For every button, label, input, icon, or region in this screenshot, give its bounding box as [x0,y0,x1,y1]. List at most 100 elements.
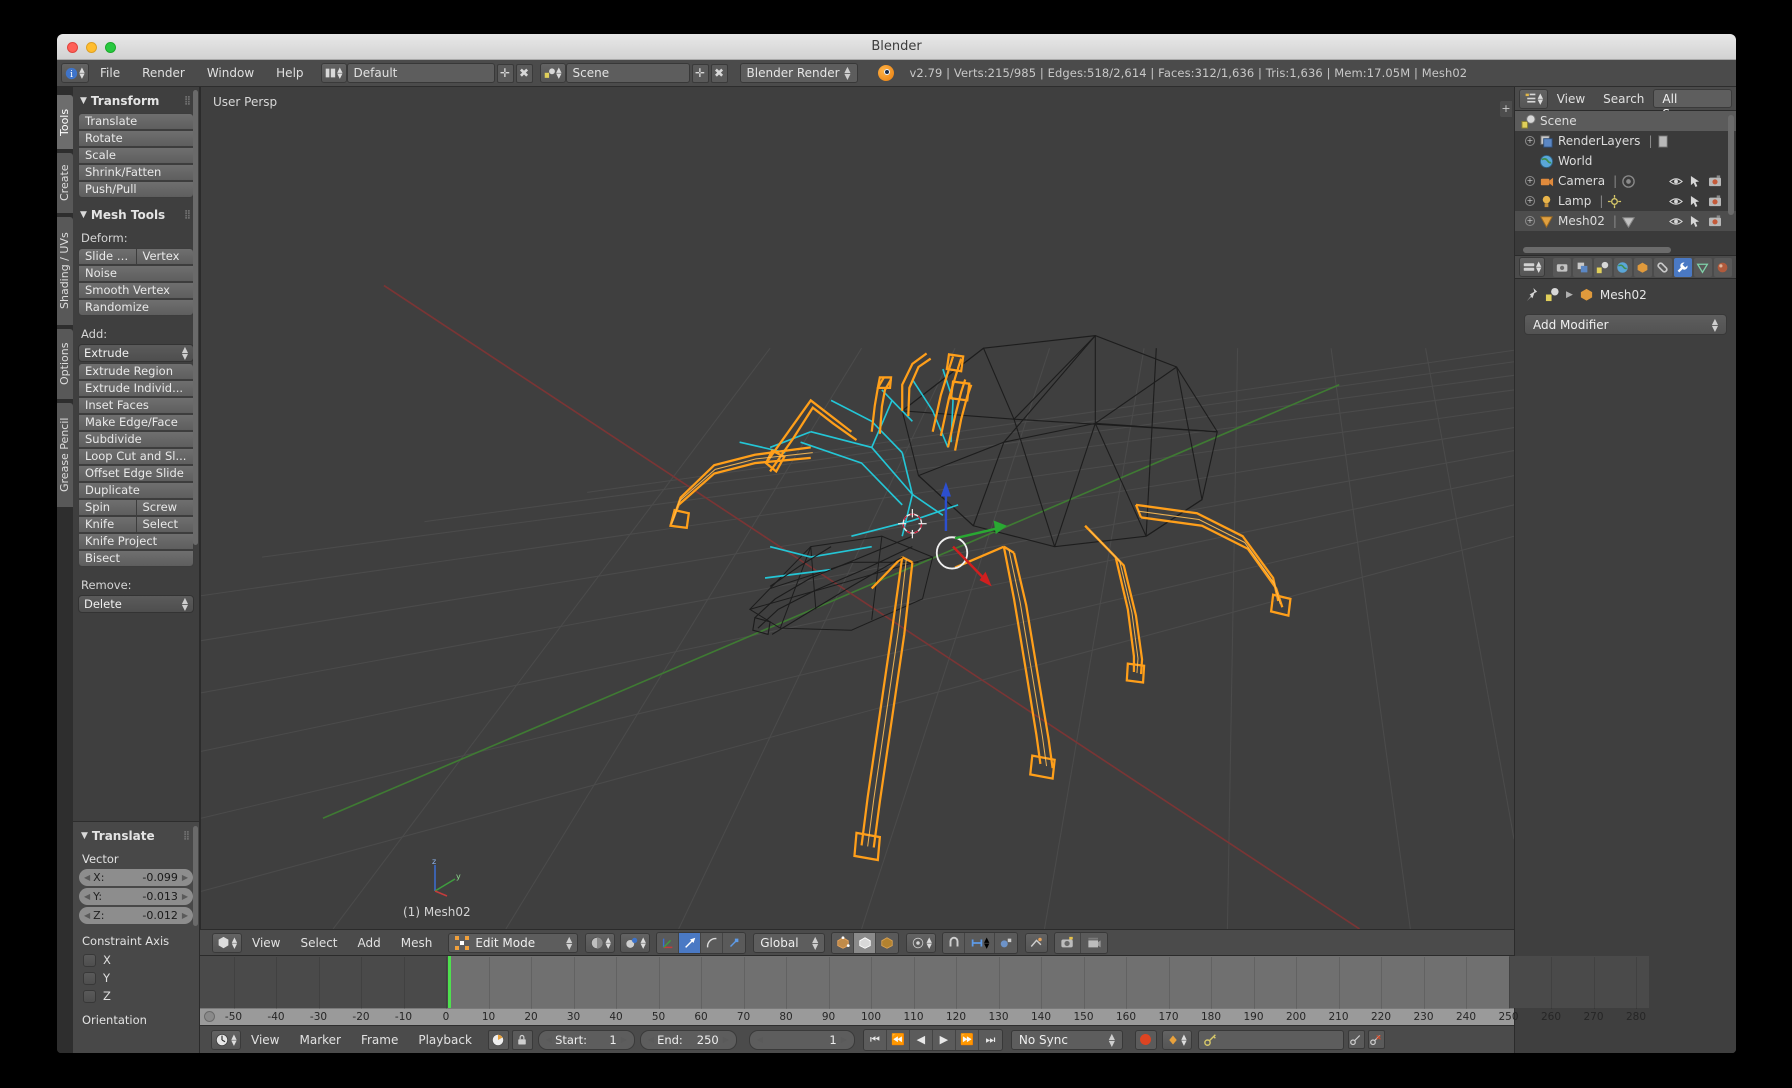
increment-arrow-icon[interactable]: ▶ [841,1035,847,1044]
extrude-region-button[interactable]: Extrude Region [78,363,194,380]
extrude-dropdown[interactable]: Extrude ▲ ▼ [78,344,194,362]
render-camera-icon[interactable] [1708,175,1722,187]
end-frame-field[interactable]: ◀ End: 250 ▶ [639,1029,737,1050]
inset-faces-button[interactable]: Inset Faces [78,397,194,414]
slide-edge-button[interactable]: Slide Ed [78,248,136,265]
proportional-edit-icon[interactable] [995,932,1018,953]
bisect-button[interactable]: Bisect [78,550,194,567]
timeline-track[interactable] [200,956,1649,1008]
checkbox-icon[interactable] [83,989,96,1003]
smooth-vertex-button[interactable]: Smooth Vertex [78,282,194,299]
jump-to-start-icon[interactable]: ⏮ [863,1029,887,1050]
play-reverse-icon[interactable]: ◀ [909,1029,933,1050]
timeline-editor-type-icon[interactable]: ▲ ▼ [211,1029,241,1050]
outliner-horizontal-scrollbar[interactable] [1523,247,1671,253]
eye-icon[interactable] [1669,176,1683,187]
decrement-arrow-icon[interactable]: ◀ [648,1035,654,1044]
timeline-menu-marker[interactable]: Marker [289,1030,350,1050]
delete-screen-layout-button[interactable]: ✖ [515,63,533,83]
extrude-individual-button[interactable]: Extrude Individ... [78,380,194,397]
offset-edge-slide-button[interactable]: Offset Edge Slide [78,465,194,482]
expand-icon[interactable]: + [1525,176,1535,186]
viewport-canvas[interactable] [201,87,1514,929]
properties-tab-modifiers[interactable] [1673,257,1692,277]
timeline-scrub-handle[interactable] [204,1011,215,1022]
checkbox-icon[interactable] [83,971,96,985]
menu-window[interactable]: Window [196,63,265,83]
mesh-tools-panel-header[interactable]: ▼ Mesh Tools ⣿ [78,205,194,227]
knife-project-button[interactable]: Knife Project [78,533,194,550]
screen-layout-browse-icon[interactable]: ▲ ▼ [320,63,347,83]
vector-y-field[interactable]: ◀ Y: -0.013 ▶ [79,888,193,905]
timeline-editor[interactable]: -50 -40 -30 -20 -10 0 10 20 30 40 50 60 70 80 90 100 110… [200,955,1649,1053]
expand-icon[interactable]: + [1525,136,1535,146]
screen-layout-select[interactable]: Default [346,63,495,83]
loop-cut-and-slide-button[interactable]: Loop Cut and Sl... [78,448,194,465]
timeline-menu-playback[interactable]: Playback [408,1030,482,1050]
render-preview-icon[interactable] [1055,932,1082,953]
maximize-window-button[interactable] [105,42,116,53]
delete-scene-button[interactable]: ✖ [710,63,728,83]
add-modifier-button[interactable]: Add Modifier ▲ ▼ [1524,314,1727,335]
tool-tab-grease-pencil[interactable]: Grease Pencil [57,403,73,507]
knife-select-button[interactable]: Select [135,516,194,533]
increment-arrow-icon[interactable]: ▶ [182,873,188,882]
interaction-mode-select[interactable]: Edit Mode ▲ ▼ [448,932,579,953]
operator-panel-scrollbar[interactable] [193,826,198,926]
tool-tab-create[interactable]: Create [57,153,73,213]
limit-selection-to-visible-icon[interactable]: ▲ ▼ [906,932,937,953]
increment-arrow-icon[interactable]: ▶ [621,1035,627,1044]
snap-magnet-icon[interactable] [943,932,966,953]
current-frame-field[interactable]: ◀ 1 ▶ [748,1029,855,1050]
viewport-menu-select[interactable]: Select [290,933,347,953]
remove-keying-set-icon[interactable] [1367,1030,1385,1049]
outliner-filter-all-scenes-button[interactable]: All Scenes [1653,89,1732,121]
push-pull-button[interactable]: Push/Pull [78,181,194,198]
vector-z-field[interactable]: ◀ Z: -0.012 ▶ [79,907,193,924]
next-keyframe-icon[interactable]: ⏩ [955,1029,979,1050]
render-camera-icon[interactable] [1708,195,1722,207]
properties-editor[interactable]: ▲ ▼ ▶ Mesh02 Add Modifier ▲ ▼ [1515,255,1736,1053]
outliner-menu-search[interactable]: Search [1594,90,1653,108]
outliner-row-scene[interactable]: Scene [1515,111,1736,131]
decrement-arrow-icon[interactable]: ◀ [84,911,90,920]
eye-icon[interactable] [1669,196,1683,207]
transform-orientation-select[interactable]: Global ▲ ▼ [753,932,826,953]
translate-button[interactable]: Translate [78,113,194,130]
auto-keyframe-mode-select[interactable]: ▲ ▼ [1161,1029,1192,1050]
screw-button[interactable]: Screw [135,499,194,516]
constraint-axis-x-row[interactable]: X [79,951,193,969]
use-preview-range-icon[interactable] [487,1029,509,1050]
outliner-menu-view[interactable]: View [1548,90,1594,108]
increment-arrow-icon[interactable]: ▶ [723,1035,729,1044]
properties-tab-data[interactable] [1693,257,1712,277]
decrement-arrow-icon[interactable]: ◀ [84,892,90,901]
timeline-menu-frame[interactable]: Frame [351,1030,408,1050]
decrement-arrow-icon[interactable]: ◀ [84,873,90,882]
viewport-menu-view[interactable]: View [242,933,290,953]
duplicate-button[interactable]: Duplicate [78,482,194,499]
constraint-axis-y-row[interactable]: Y [79,969,193,987]
render-camera-icon[interactable] [1708,215,1722,227]
slide-vertex-button[interactable]: Vertex [135,248,194,265]
timeline-menu-view[interactable]: View [241,1030,289,1050]
edge-select-icon[interactable] [854,932,877,953]
outliner-row-camera[interactable]: + Camera | [1515,171,1736,191]
outliner-row-renderlayers[interactable]: + RenderLayers | [1515,131,1736,151]
add-screen-layout-button[interactable]: ✛ [496,63,514,83]
scene-browse-icon[interactable]: ▲ ▼ [539,63,566,83]
add-scene-button[interactable]: ✛ [691,63,709,83]
properties-tab-object[interactable] [1633,257,1652,277]
add-keying-set-icon[interactable] [1347,1030,1365,1049]
rotate-button[interactable]: Rotate [78,130,194,147]
manipulator-toggle-icon[interactable] [657,932,680,953]
scene-icon[interactable] [1545,287,1560,302]
info-editor-type-icon[interactable]: i ▲ ▼ [61,63,89,83]
jump-to-end-icon[interactable]: ⏭ [978,1029,1002,1050]
viewport-shading-icon[interactable]: ▲ ▼ [585,932,616,953]
menu-file[interactable]: File [89,63,131,83]
properties-tab-render-layers[interactable] [1573,257,1592,277]
viewport-menu-mesh[interactable]: Mesh [391,933,443,953]
tool-shelf-scrollbar[interactable] [193,90,198,545]
make-edge-face-button[interactable]: Make Edge/Face [78,414,194,431]
